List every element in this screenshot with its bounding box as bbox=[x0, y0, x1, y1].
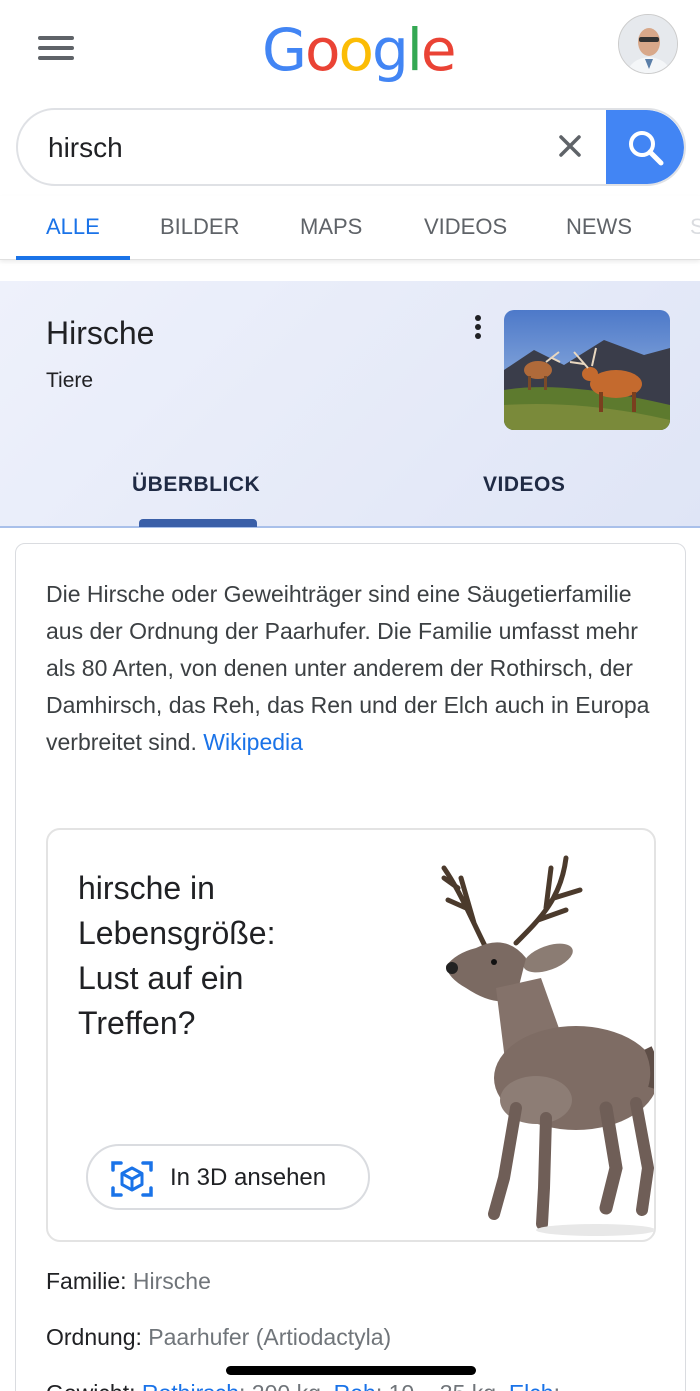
home-indicator[interactable] bbox=[226, 1366, 476, 1375]
description-text: Die Hirsche oder Geweihträger sind eine … bbox=[46, 581, 650, 755]
search-bar bbox=[16, 108, 686, 186]
3d-deer-image bbox=[441, 855, 654, 1236]
knowledge-panel-header: Hirsche Tiere ÜBERBLICK VIDEOS bbox=[0, 281, 700, 528]
search-icon bbox=[629, 131, 664, 166]
user-avatar[interactable] bbox=[618, 14, 678, 74]
fact-ordnung: Ordnung: Paarhufer (Artiodactyla) bbox=[46, 1324, 392, 1350]
tab-kp-videos[interactable]: VIDEOS bbox=[483, 473, 565, 497]
header: Google bbox=[0, 0, 700, 100]
reh-link[interactable]: Reh bbox=[334, 1380, 376, 1391]
deer-thumbnail-image[interactable] bbox=[504, 310, 670, 430]
tab-maps[interactable]: MAPS bbox=[300, 214, 362, 240]
search-input[interactable] bbox=[48, 130, 528, 166]
tab-more-cutoff[interactable]: S bbox=[690, 214, 700, 240]
rothirsch-link[interactable]: Rothirsch bbox=[142, 1380, 239, 1391]
hamburger-menu-icon[interactable] bbox=[38, 36, 74, 62]
google-logo[interactable]: Google bbox=[262, 16, 457, 84]
search-tabs: ALLE BILDER MAPS VIDEOS NEWS S bbox=[0, 196, 700, 260]
clear-icon[interactable] bbox=[548, 124, 592, 168]
fact-gewicht: Gewicht: Rothirsch: 200 kg, Reh: 10 – 35… bbox=[46, 1380, 560, 1391]
more-options-icon[interactable] bbox=[470, 315, 486, 345]
tab-bilder[interactable]: BILDER bbox=[160, 214, 239, 240]
view-in-3d-label: In 3D ansehen bbox=[170, 1164, 327, 1191]
wikipedia-link[interactable]: Wikipedia bbox=[203, 729, 303, 755]
3d-cube-icon bbox=[111, 1161, 153, 1197]
view-in-3d-button[interactable]: In 3D ansehen bbox=[86, 1144, 370, 1210]
knowledge-title: Hirsche bbox=[46, 315, 155, 351]
search-button[interactable] bbox=[606, 110, 684, 184]
ar-headline: hirsche in Lebensgröße: Lust auf ein Tre… bbox=[78, 870, 276, 1041]
tab-videos[interactable]: VIDEOS bbox=[424, 214, 507, 240]
tab-ueberblick[interactable]: ÜBERBLICK bbox=[132, 473, 260, 497]
ar-3d-card[interactable]: hirsche in Lebensgröße: Lust auf ein Tre… bbox=[46, 828, 656, 1242]
overview-card: Die Hirsche oder Geweihträger sind eine … bbox=[15, 543, 686, 1391]
tab-alle[interactable]: ALLE bbox=[46, 214, 100, 240]
tab-news[interactable]: NEWS bbox=[566, 214, 632, 240]
knowledge-subtitle: Tiere bbox=[46, 369, 94, 392]
fact-familie: Familie: Hirsche bbox=[46, 1268, 211, 1294]
kp-active-tab-indicator bbox=[139, 519, 257, 527]
active-tab-indicator bbox=[16, 256, 130, 260]
elch-link[interactable]: Elch bbox=[509, 1380, 554, 1391]
